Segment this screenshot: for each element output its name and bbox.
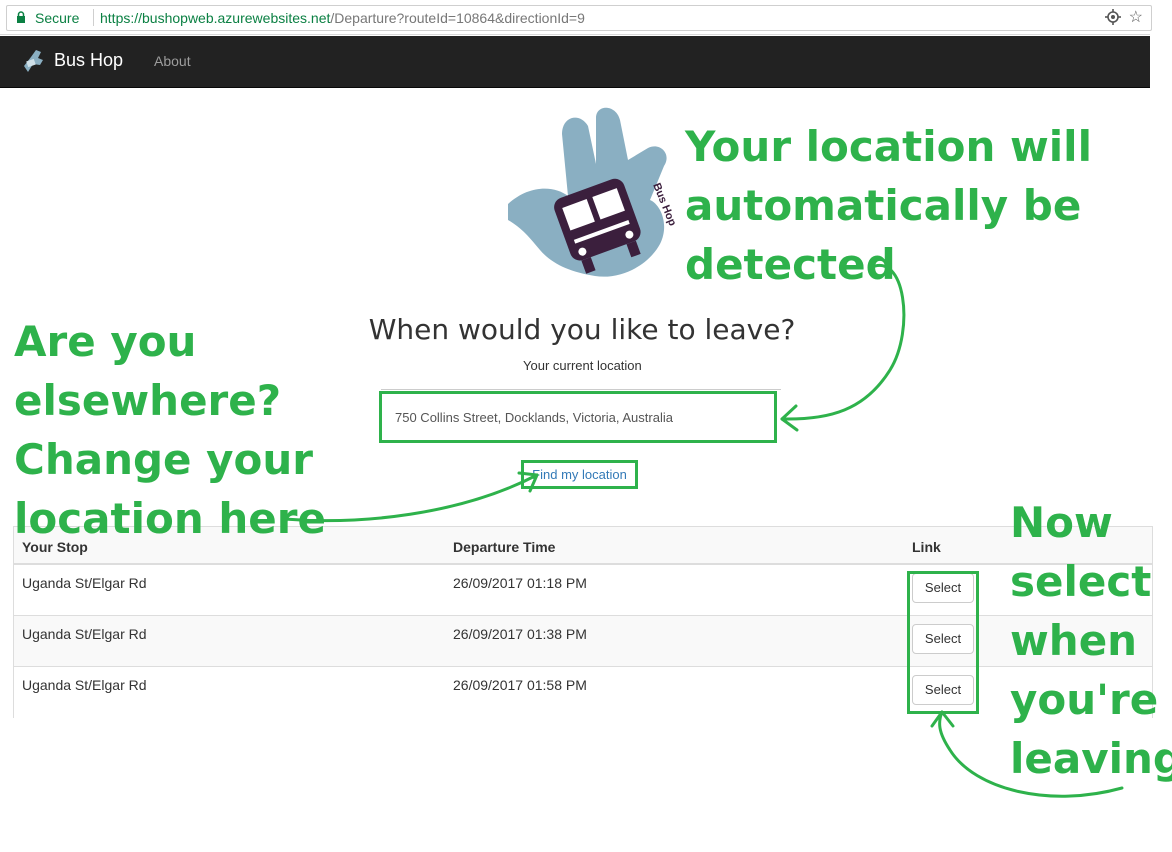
annotation-select: Now select when you're leaving bbox=[1010, 493, 1172, 788]
browser-address-bar: Secure https://bushopweb.azurewebsites.n… bbox=[0, 0, 1152, 35]
secure-label: Secure bbox=[35, 10, 80, 26]
url-text: https://bushopweb.azurewebsites.net/Depa… bbox=[100, 10, 585, 26]
annotation-elsewhere: Are you elsewhere? Change your location … bbox=[14, 312, 326, 548]
stop-cell: Uganda St/Elgar Rd bbox=[22, 626, 147, 642]
brand-logo-icon[interactable] bbox=[18, 46, 46, 74]
navbar: Bus Hop About bbox=[0, 36, 1150, 88]
location-label: Your current location bbox=[523, 358, 642, 373]
stop-cell: Uganda St/Elgar Rd bbox=[22, 677, 147, 693]
bookmark-star-icon[interactable]: ☆ bbox=[1129, 7, 1143, 27]
find-location-button[interactable]: Find my location bbox=[521, 460, 638, 489]
column-header-time: Departure Time bbox=[453, 539, 556, 555]
annotation-line: automatically be bbox=[685, 181, 1082, 230]
annotation-line: location here bbox=[14, 494, 326, 543]
annotation-line: detected bbox=[685, 240, 896, 289]
url-host: https://bushopweb.azurewebsites.net bbox=[100, 10, 331, 26]
annotation-line: Now bbox=[1010, 498, 1113, 547]
column-header-link: Link bbox=[912, 539, 941, 555]
annotation-line: Change your bbox=[14, 435, 313, 484]
departure-table: Your Stop Departure Time Link Uganda St/… bbox=[13, 526, 1153, 718]
annotation-line: when bbox=[1010, 616, 1138, 665]
annotation-line: elsewhere? bbox=[14, 376, 282, 425]
bus-hop-logo: Bus Hop bbox=[508, 107, 678, 277]
time-cell: 26/09/2017 01:38 PM bbox=[453, 626, 587, 642]
select-annotation-box bbox=[907, 571, 979, 714]
annotation-line: Are you bbox=[14, 317, 197, 366]
page-title-text: When would you like to leave? bbox=[368, 313, 796, 346]
annotation-location-detect: Your location will automatically be dete… bbox=[685, 117, 1092, 294]
annotation-line: you're bbox=[1010, 675, 1159, 724]
time-cell: 26/09/2017 01:58 PM bbox=[453, 677, 587, 693]
stop-cell: Uganda St/Elgar Rd bbox=[22, 575, 147, 591]
annotation-line: leaving bbox=[1010, 734, 1172, 783]
location-annotation-box bbox=[379, 391, 777, 443]
address-separator bbox=[93, 9, 94, 26]
table-row: Uganda St/Elgar Rd 26/09/2017 01:18 PM S… bbox=[14, 565, 1152, 616]
input-top-border bbox=[381, 389, 781, 390]
lock-icon bbox=[17, 11, 25, 23]
annotation-line: select bbox=[1010, 557, 1152, 606]
annotation-line: Your location will bbox=[685, 122, 1092, 171]
url-field[interactable]: Secure https://bushopweb.azurewebsites.n… bbox=[6, 5, 1152, 31]
table-row: Uganda St/Elgar Rd 26/09/2017 01:38 PM S… bbox=[14, 616, 1152, 667]
nav-item-about[interactable]: About bbox=[154, 53, 191, 69]
arrowhead-location bbox=[780, 404, 799, 432]
time-cell: 26/09/2017 01:18 PM bbox=[453, 575, 587, 591]
table-row: Uganda St/Elgar Rd 26/09/2017 01:58 PM S… bbox=[14, 667, 1152, 718]
location-target-icon[interactable] bbox=[1105, 9, 1121, 25]
brand-name[interactable]: Bus Hop bbox=[54, 50, 123, 71]
url-path: /Departure?routeId=10864&directionId=9 bbox=[330, 10, 585, 26]
